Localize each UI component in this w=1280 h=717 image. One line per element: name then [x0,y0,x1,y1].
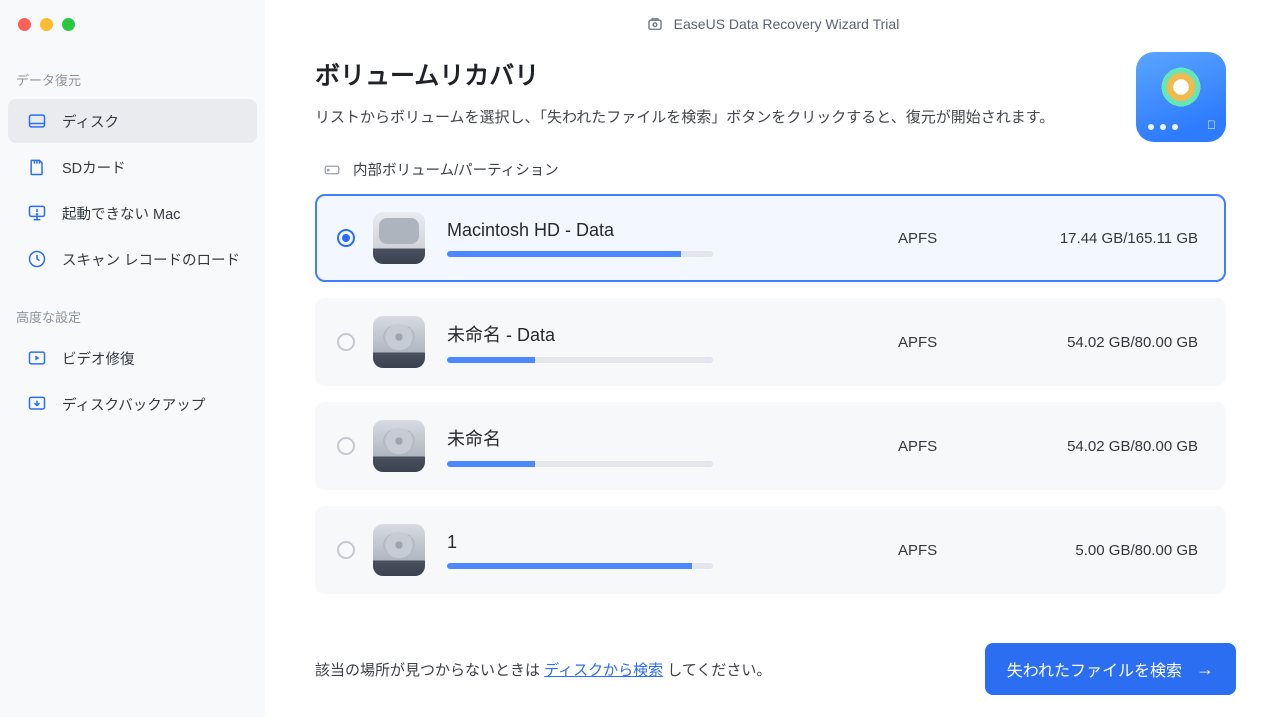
apple-logo-icon:  [1207,118,1216,132]
volume-row[interactable]: 未命名APFS54.02 GB/80.00 GB [315,402,1226,490]
volume-filesystem: APFS [898,230,1018,247]
volume-radio[interactable] [337,437,355,455]
zoom-window-button[interactable] [62,18,75,31]
titlebar: EaseUS Data Recovery Wizard Trial [265,0,1280,48]
disk-icon [26,110,48,132]
volume-row[interactable]: 未命名 - DataAPFS54.02 GB/80.00 GB [315,298,1226,386]
app-icon [646,15,664,33]
sidebar-item-label: スキャン レコードのロード [62,249,240,270]
volume-size: 54.02 GB/80.00 GB [1018,334,1198,351]
sdcard-icon [26,156,48,178]
volume-size: 54.02 GB/80.00 GB [1018,438,1198,455]
volume-name: Macintosh HD - Data [447,220,898,241]
volume-filesystem: APFS [898,438,1018,455]
volume-group-header: 内部ボリューム/パーティション [315,159,1226,180]
sidebar-section-recovery: データ復元 [0,62,265,97]
volume-size: 17.44 GB/165.11 GB [1018,230,1198,247]
volume-row[interactable]: Macintosh HD - DataAPFS17.44 GB/165.11 G… [315,194,1226,282]
video-repair-icon [26,347,48,369]
disk-backup-icon [26,393,48,415]
volume-filesystem: APFS [898,334,1018,351]
sidebar-item-unbootable-mac[interactable]: 起動できない Mac [8,191,257,235]
sidebar-item-video-repair[interactable]: ビデオ修復 [8,336,257,380]
drive-icon [373,420,425,472]
sidebar-item-label: 起動できない Mac [62,203,180,224]
monitor-warning-icon [26,202,48,224]
arrow-right-icon: → [1196,659,1214,680]
window-traffic-lights[interactable] [18,18,75,31]
close-window-button[interactable] [18,18,31,31]
search-from-disk-link[interactable]: ディスクから検索 [544,662,663,679]
footer-prefix: 該当の場所が見つからないときは [315,662,544,679]
history-icon [26,248,48,270]
sidebar-section-advanced: 高度な設定 [0,299,265,334]
sidebar: データ復元 ディスク SDカード 起動できない Mac スキャン レコードのロー… [0,0,265,717]
sidebar-item-disk-backup[interactable]: ディスクバックアップ [8,382,257,426]
volume-radio[interactable] [337,333,355,351]
volume-row[interactable]: 1APFS5.00 GB/80.00 GB [315,506,1226,594]
volume-name: 未命名 - Data [447,321,898,347]
scan-lost-files-button[interactable]: 失われたファイルを検索 → [985,643,1236,695]
volume-radio[interactable] [337,229,355,247]
page-title: ボリュームリカバリ [315,56,1136,92]
volume-filesystem: APFS [898,542,1018,559]
volume-usage-bar [447,357,713,363]
volume-usage-bar [447,461,713,467]
volume-usage-bar [447,251,713,257]
sidebar-item-scan-record[interactable]: スキャン レコードのロード [8,237,257,281]
page-description: リストからボリュームを選択し、「失われたファイルを検索」ボタンをクリックすると、… [315,106,1136,127]
hero-illustration:  [1136,52,1226,142]
scan-button-label: 失われたファイルを検索 [1007,657,1182,681]
sidebar-item-label: ビデオ修復 [62,348,135,369]
footer-suffix: してください。 [663,662,771,679]
sidebar-item-label: ディスク [62,111,119,132]
internal-drive-icon [323,161,341,179]
sidebar-item-label: ディスクバックアップ [62,394,205,415]
drive-icon [373,212,425,264]
sidebar-item-label: SDカード [62,157,126,178]
sidebar-item-sdcard[interactable]: SDカード [8,145,257,189]
volume-name: 1 [447,532,898,553]
volume-name: 未命名 [447,425,898,451]
volume-group-label: 内部ボリューム/パーティション [353,159,559,180]
volume-usage-bar [447,563,713,569]
minimize-window-button[interactable] [40,18,53,31]
drive-icon [373,316,425,368]
app-title: EaseUS Data Recovery Wizard Trial [674,16,900,32]
volume-size: 5.00 GB/80.00 GB [1018,542,1198,559]
footer-hint: 該当の場所が見つからないときは ディスクから検索 してください。 [315,659,771,680]
volume-list: Macintosh HD - DataAPFS17.44 GB/165.11 G… [315,194,1226,594]
volume-radio[interactable] [337,541,355,559]
drive-icon [373,524,425,576]
sidebar-item-disk[interactable]: ディスク [8,99,257,143]
